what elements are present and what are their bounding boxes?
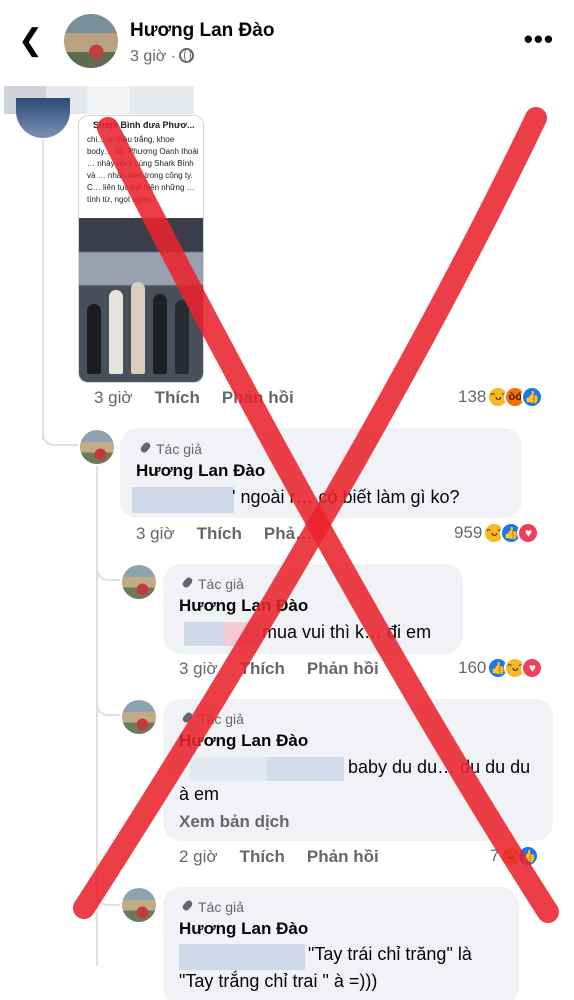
author-badge-text: Tác giả (198, 899, 244, 915)
attachment-caption: chi… m màu trắng, khoe body… nà. Phương … (87, 135, 199, 204)
author-name[interactable]: Hương Lan Đào (130, 20, 274, 42)
reaction-summary[interactable]: 959 ᵔᴗᵔ 👍 ♥ (454, 522, 540, 544)
comment-actions: 3 giờ Thích Phản hồi (94, 388, 316, 408)
reply-text-line2: à em (179, 784, 220, 804)
redacted-mention (132, 487, 234, 513)
comment-time: 2 giờ (179, 847, 218, 866)
like-button[interactable]: Thích (240, 847, 285, 866)
reply-button[interactable]: Phản hồi (222, 388, 294, 407)
author-badge: Tác giả (180, 711, 244, 727)
commenter-avatar[interactable] (16, 98, 70, 138)
reply-text: baby du du… du du du (348, 757, 531, 777)
like-button[interactable]: Thích (240, 659, 285, 678)
reply-avatar[interactable] (122, 565, 156, 599)
post-time: 3 giờ · (130, 48, 195, 66)
author-badge: Tác giả (180, 899, 244, 915)
back-chevron-icon[interactable]: ❮ (18, 24, 48, 58)
author-badge-text: Tác giả (198, 711, 244, 727)
ellipsis-icon[interactable]: ••• (524, 24, 554, 54)
reaction-count: 7 (490, 846, 500, 865)
like-button[interactable]: Thích (197, 524, 242, 543)
reply-avatar[interactable] (80, 430, 114, 464)
reaction-summary[interactable]: 138 ᵔᴗᵔ òó 👍 (458, 386, 544, 408)
post-time-text: 3 giờ · (130, 48, 177, 65)
avatar[interactable] (64, 14, 118, 68)
comment-actions: 3 giờ Thích Phả… (136, 524, 334, 544)
author-badge-text: Tác giả (156, 441, 202, 457)
microphone-icon (138, 442, 152, 456)
comment-actions: 3 giờ Thích Phản hồi (179, 659, 401, 679)
comment-attachment-image[interactable]: Shark Bình đưa Phươ... chi… m màu trắng,… (78, 115, 204, 383)
comment-time: 3 giờ (94, 388, 133, 407)
like-button[interactable]: Thích (155, 388, 200, 407)
reply-button[interactable]: Phả… (264, 524, 312, 543)
love-icon: ♥ (521, 657, 544, 679)
thread-elbow (96, 690, 120, 716)
like-icon: 👍 (517, 845, 540, 867)
reaction-count: 160 (458, 658, 487, 677)
reply-text-line2: "Tay trắng chỉ trai " à =))) (179, 971, 378, 991)
globe-icon (179, 48, 195, 63)
post-header: ❮ Hương Lan Đào 3 giờ · ••• (0, 0, 574, 82)
redacted-mention (190, 757, 344, 781)
thread-elbow (42, 410, 78, 446)
author-badge-text: Tác giả (198, 576, 244, 592)
see-translation-link[interactable]: Xem bản dịch (179, 812, 290, 832)
reply-text: mua vui thì k… đi em (262, 622, 432, 642)
thread-line (42, 140, 44, 440)
redacted-mention (224, 622, 260, 646)
microphone-icon (180, 712, 194, 726)
redacted-mention (184, 622, 224, 646)
author-badge: Tác giả (180, 576, 244, 592)
like-icon: 👍 (521, 386, 544, 408)
reaction-count: 959 (454, 523, 483, 542)
reply-author-name[interactable]: Hương Lan Đào (179, 596, 308, 616)
attachment-title: Shark Bình đưa Phươ... (93, 120, 195, 130)
microphone-icon (180, 900, 194, 914)
love-icon: ♥ (517, 522, 540, 544)
reaction-summary[interactable]: 160 👍 ᵔᴗᵔ ♥ (458, 657, 544, 679)
microphone-icon (180, 577, 194, 591)
comment-actions: 2 giờ Thích Phản hồi (179, 847, 401, 867)
reply-text: ' ngoài r… có biết làm gì ko? (232, 487, 460, 507)
thread-elbow (96, 555, 120, 581)
reaction-count: 138 (458, 387, 487, 406)
attachment-photo (79, 218, 203, 382)
comment-time: 3 giờ (136, 524, 175, 543)
reply-avatar[interactable] (122, 888, 156, 922)
thread-elbow (96, 880, 120, 906)
reply-button[interactable]: Phản hồi (307, 659, 379, 678)
reply-avatar[interactable] (122, 700, 156, 734)
reply-author-name[interactable]: Hương Lan Đào (179, 731, 308, 751)
redacted-mention (179, 944, 305, 970)
author-badge: Tác giả (138, 441, 202, 457)
comment-time: 3 giờ (179, 659, 218, 678)
reply-author-name[interactable]: Hương Lan Đào (179, 919, 308, 939)
reply-text: "Tay trái chỉ trăng" là (308, 944, 472, 964)
reply-author-name[interactable]: Hương Lan Đào (136, 461, 265, 481)
reaction-summary[interactable]: 7 ᵔᴗᵔ 👍 (490, 845, 540, 867)
reply-button[interactable]: Phản hồi (307, 847, 379, 866)
